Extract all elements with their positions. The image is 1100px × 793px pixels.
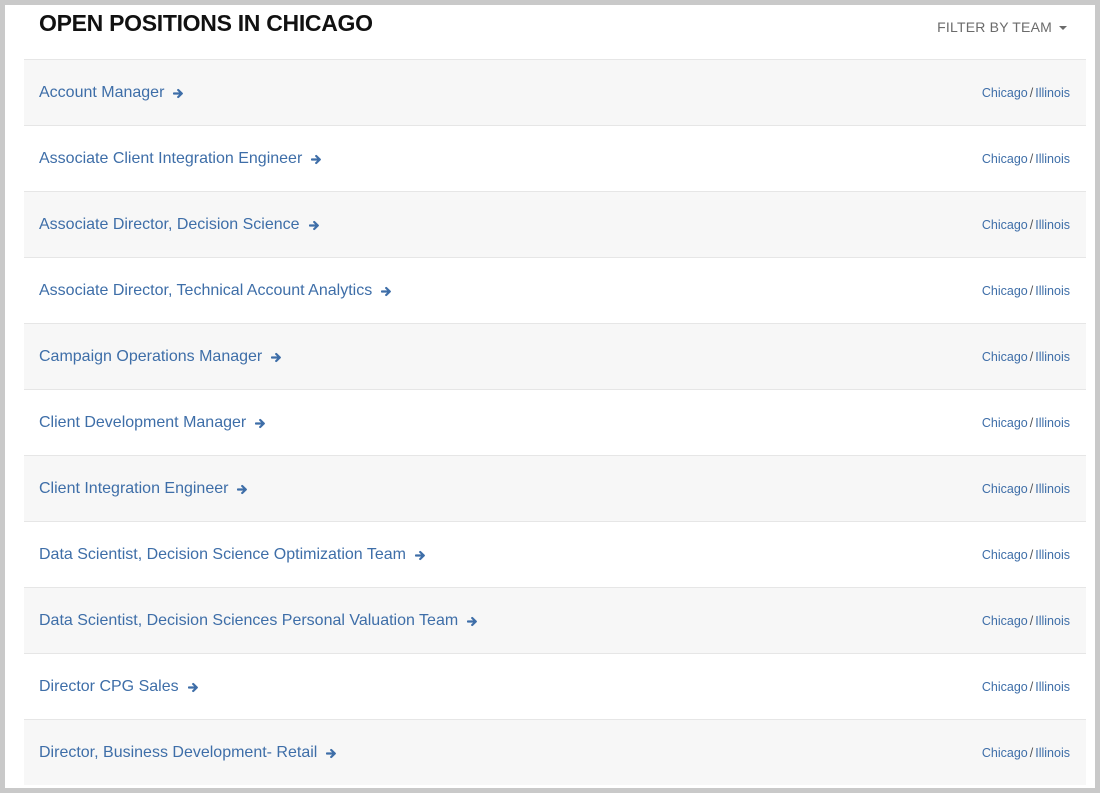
location-city: Chicago [981, 151, 1028, 166]
job-link[interactable]: Director CPG Sales [39, 678, 199, 696]
job-location: Chicago / Illinois [982, 680, 1070, 694]
location-separator: / [1029, 283, 1034, 298]
location-state: Illinois [1035, 85, 1070, 100]
arrow-right-icon [237, 484, 248, 495]
location-city: Chicago [981, 85, 1028, 100]
job-link[interactable]: Client Development Manager [39, 414, 266, 432]
job-row: Associate Client Integration Engineer Ch… [24, 125, 1086, 191]
job-location: Chicago / Illinois [982, 350, 1070, 364]
location-separator: / [1029, 151, 1034, 166]
job-location: Chicago / Illinois [982, 284, 1070, 298]
job-link[interactable]: Associate Director, Decision Science [39, 216, 320, 234]
location-state: Illinois [1035, 151, 1070, 166]
job-row: Associate Director, Technical Account An… [24, 257, 1086, 323]
job-row: Data Scientist, Decision Sciences Person… [24, 587, 1086, 653]
arrow-right-icon [326, 748, 337, 759]
arrow-right-icon [311, 154, 322, 165]
job-row: Director, Business Development- Retail C… [24, 719, 1086, 785]
location-city: Chicago [981, 745, 1028, 760]
job-row: Data Scientist, Decision Science Optimiz… [24, 521, 1086, 587]
job-link[interactable]: Associate Client Integration Engineer [39, 150, 322, 168]
arrow-right-icon [381, 286, 392, 297]
job-row: Director CPG Sales Chicago / Illinois [24, 653, 1086, 719]
location-city: Chicago [981, 349, 1028, 364]
location-state: Illinois [1035, 481, 1070, 496]
location-separator: / [1029, 679, 1034, 694]
location-state: Illinois [1035, 679, 1070, 694]
job-link[interactable]: Director, Business Development- Retail [39, 744, 337, 762]
job-location: Chicago / Illinois [982, 482, 1070, 496]
job-link[interactable]: Data Scientist, Decision Sciences Person… [39, 612, 478, 630]
job-link[interactable]: Data Scientist, Decision Science Optimiz… [39, 546, 426, 564]
job-row: Campaign Operations Manager Chicago / Illi… [24, 323, 1086, 389]
job-title: Client Development Manager [39, 413, 247, 431]
location-state: Illinois [1035, 613, 1070, 628]
location-city: Chicago [981, 481, 1028, 496]
page-header: OPEN POSITIONS IN CHICAGO FILTER BY TEAM [5, 5, 1095, 60]
location-city: Chicago [981, 283, 1028, 298]
location-city: Chicago [981, 217, 1028, 232]
job-title: Associate Client Integration Engineer [39, 149, 303, 167]
job-title: Director, Business Development- Retail [39, 743, 318, 761]
job-link[interactable]: Client Integration Engineer [39, 480, 248, 498]
job-title: Account Manager [39, 83, 165, 101]
job-title: Associate Director, Technical Account An… [39, 281, 373, 299]
location-city: Chicago [981, 415, 1028, 430]
job-row: Associate Director, Decision Science Chi… [24, 191, 1086, 257]
location-city: Chicago [981, 679, 1028, 694]
job-row: Client Integration Engineer Chicago / Illi… [24, 455, 1086, 521]
location-state: Illinois [1035, 217, 1070, 232]
location-state: Illinois [1035, 547, 1070, 562]
arrow-right-icon [255, 418, 266, 429]
job-location: Chicago / Illinois [982, 746, 1070, 760]
location-separator: / [1029, 745, 1034, 760]
location-separator: / [1029, 85, 1034, 100]
location-state: Illinois [1035, 283, 1070, 298]
job-location: Chicago / Illinois [982, 218, 1070, 232]
location-state: Illinois [1035, 415, 1070, 430]
arrow-right-icon [271, 352, 282, 363]
arrow-right-icon [414, 550, 425, 561]
job-link[interactable]: Associate Director, Technical Account An… [39, 282, 392, 300]
job-row: Client Development Manager Chicago / Illin… [24, 389, 1086, 455]
location-separator: / [1029, 547, 1034, 562]
job-location: Chicago / Illinois [982, 548, 1070, 562]
location-state: Illinois [1035, 349, 1070, 364]
caret-down-icon [1059, 25, 1067, 30]
location-city: Chicago [981, 547, 1028, 562]
job-link[interactable]: Account Manager [39, 84, 184, 102]
location-separator: / [1029, 217, 1034, 232]
filter-by-team-dropdown[interactable]: FILTER BY TEAM [937, 19, 1067, 35]
location-separator: / [1029, 613, 1034, 628]
job-row: Account Manager Chicago / Illinois [24, 59, 1086, 125]
job-location: Chicago / Illinois [982, 614, 1070, 628]
job-title: Campaign Operations Manager [39, 347, 263, 365]
job-title: Director CPG Sales [39, 677, 179, 695]
arrow-right-icon [173, 88, 184, 99]
location-state: Illinois [1035, 745, 1070, 760]
job-location: Chicago / Illinois [982, 86, 1070, 100]
job-title: Associate Director, Decision Science [39, 215, 300, 233]
job-location: Chicago / Illinois [982, 416, 1070, 430]
job-title: Client Integration Engineer [39, 479, 229, 497]
arrow-right-icon [187, 682, 198, 693]
job-location: Chicago / Illinois [982, 152, 1070, 166]
arrow-right-icon [467, 616, 478, 627]
job-title: Data Scientist, Decision Sciences Person… [39, 611, 459, 629]
arrow-right-icon [308, 220, 319, 231]
job-list: Account Manager Chicago / Illinois Associa… [24, 59, 1086, 785]
location-separator: / [1029, 415, 1034, 430]
location-separator: / [1029, 349, 1034, 364]
page-frame: OPEN POSITIONS IN CHICAGO FILTER BY TEAM… [5, 5, 1095, 788]
filter-label: FILTER BY TEAM [937, 19, 1052, 35]
job-link[interactable]: Campaign Operations Manager [39, 348, 282, 366]
page-title: OPEN POSITIONS IN CHICAGO [39, 10, 373, 36]
location-separator: / [1029, 481, 1034, 496]
location-city: Chicago [981, 613, 1028, 628]
job-title: Data Scientist, Decision Science Optimiz… [39, 545, 406, 563]
